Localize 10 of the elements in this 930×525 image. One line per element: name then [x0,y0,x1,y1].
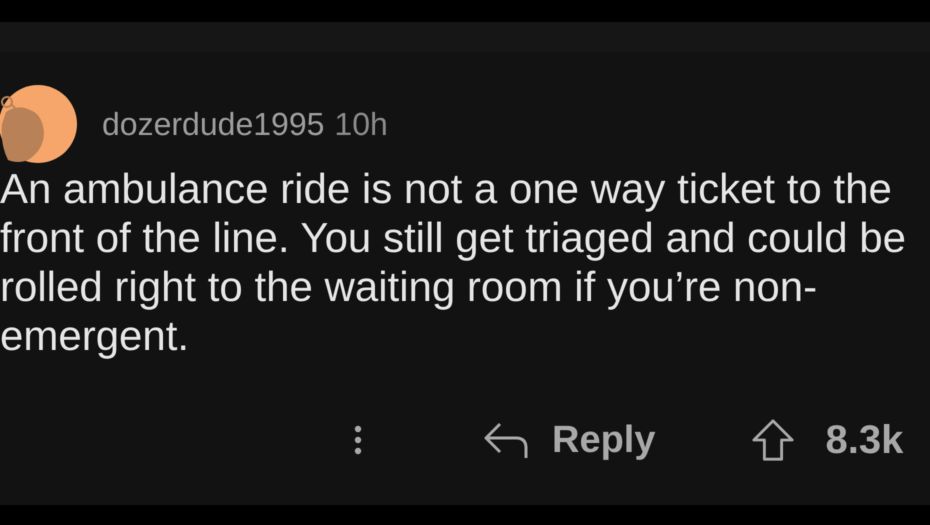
reply-button[interactable]: Reply [482,418,656,462]
more-options-button[interactable] [354,425,362,455]
comment-text: An ambulance ride is not a one way ticket to the front of the line. You still get triaged and could be rolled right to the waiting room if you’re non-emergent. [0,164,907,360]
avatar-icon[interactable] [0,84,78,164]
more-icon [354,425,362,455]
timestamp: 10h [334,106,388,142]
username[interactable]: dozerdude1995 [102,106,324,142]
reply-icon [482,420,528,460]
upvote-icon [751,418,796,462]
upvote-button[interactable]: 8.3k [751,418,904,462]
